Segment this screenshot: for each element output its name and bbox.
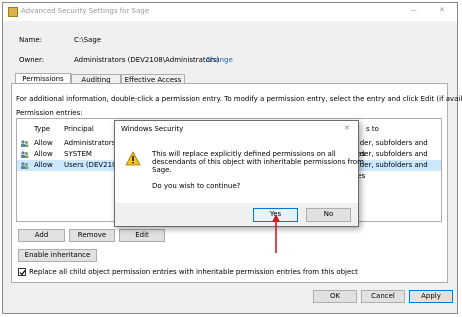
window-title: Advanced Security Settings for Sage <box>21 7 150 15</box>
header-type[interactable]: Type <box>34 125 50 133</box>
ok-button[interactable]: OK <box>313 290 357 303</box>
dialog-close-icon[interactable]: ✕ <box>344 124 350 132</box>
close-icon[interactable]: ✕ <box>439 6 445 14</box>
header-applies-to[interactable]: s to <box>366 125 379 133</box>
folder-icon <box>8 7 18 17</box>
cancel-button[interactable]: Cancel <box>361 290 405 303</box>
header-principal[interactable]: Principal <box>64 125 94 133</box>
dialog-message-line3: Sage. <box>152 166 172 174</box>
row-principal: SYSTEM <box>64 150 92 158</box>
minimize-icon[interactable]: — <box>410 6 417 14</box>
dialog-message-line1: This will replace explicitly defined per… <box>152 150 336 158</box>
name-label: Name: <box>19 36 43 44</box>
name-value: C:\Sage <box>74 36 102 44</box>
row-type: Allow <box>34 150 53 158</box>
dialog-titlebar: Windows Security ✕ <box>115 121 358 137</box>
enable-inheritance-button[interactable]: Enable inheritance <box>18 249 97 262</box>
remove-button[interactable]: Remove <box>69 229 115 242</box>
dialog-title: Windows Security <box>121 125 184 133</box>
warning-icon <box>125 151 141 166</box>
row-type: Allow <box>34 139 53 147</box>
users-icon <box>20 151 29 158</box>
row-type: Allow <box>34 161 53 169</box>
dialog-message-line2: descendants of this object with inherita… <box>152 158 364 166</box>
replace-checkbox-label[interactable]: Replace all child object permission entr… <box>29 268 358 276</box>
row-applies-to: folder, subfolders and files <box>351 161 428 180</box>
owner-label: Owner: <box>19 56 45 64</box>
dialog-question: Do you wish to continue? <box>152 182 241 190</box>
owner-change-link[interactable]: Change <box>206 56 233 64</box>
info-text: For additional information, double-click… <box>16 95 462 103</box>
no-button[interactable]: No <box>306 208 351 222</box>
replace-checkbox[interactable] <box>18 268 26 276</box>
permission-entries-label: Permission entries: <box>16 109 83 117</box>
users-icon <box>20 162 29 169</box>
add-button[interactable]: Add <box>18 229 65 242</box>
users-icon <box>20 140 29 147</box>
window-titlebar: Advanced Security Settings for Sage — ✕ <box>3 3 457 21</box>
annotation-arrow-icon <box>272 214 280 253</box>
checkmark-icon <box>19 270 26 276</box>
apply-button[interactable]: Apply <box>409 290 453 303</box>
edit-button[interactable]: Edit <box>119 229 165 242</box>
owner-value: Administrators (DEV2108\Administrators) <box>74 56 220 64</box>
windows-security-dialog: Windows Security ✕ This will replace exp… <box>114 120 364 227</box>
